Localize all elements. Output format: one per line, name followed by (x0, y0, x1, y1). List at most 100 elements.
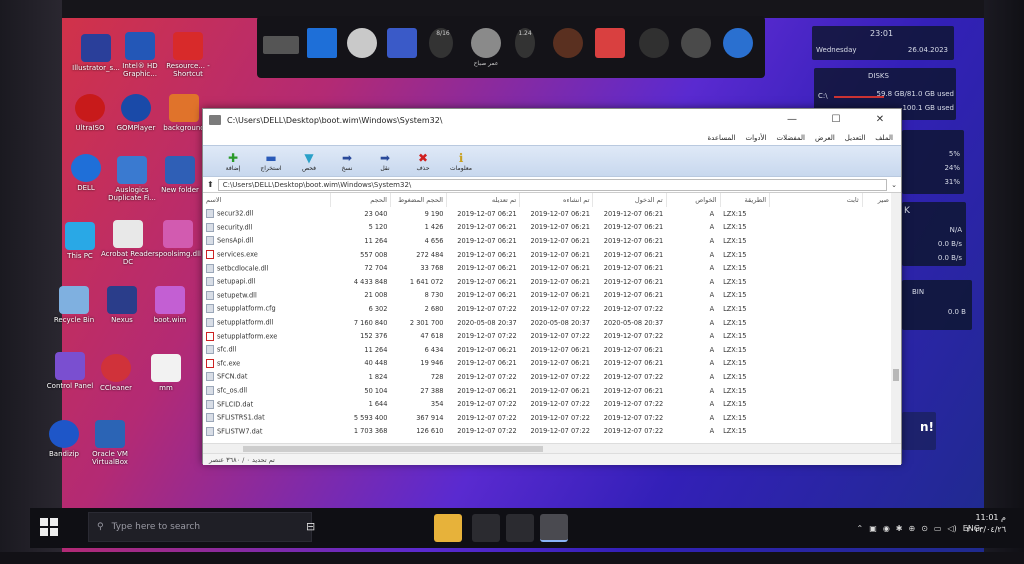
chevron-up-icon[interactable]: ⌃ (857, 524, 864, 533)
recycle-bin-icon[interactable] (387, 28, 417, 58)
chevron-down-icon[interactable]: ⌄ (891, 181, 897, 189)
tray-app-icon[interactable]: ▣ (869, 524, 877, 533)
copy-button[interactable]: ➡ نسخ (331, 151, 363, 172)
delete-button[interactable]: ✖ حذف (407, 151, 439, 172)
table-row[interactable]: setupplatform.dll 7 160 840 2 301 700 2020-… (203, 316, 893, 330)
table-row[interactable]: secur32.dll 23 040 9 190 2019-12-07 06:21 20… (203, 207, 893, 221)
test-button[interactable]: ▼ فحص (293, 151, 325, 172)
column-header[interactable]: الاسم (203, 193, 331, 207)
table-row[interactable]: sfc.dll 11 264 6 434 2019-12-07 06:21 2019-1… (203, 343, 893, 357)
table-row[interactable]: SensApi.dll 11 264 4 656 2019-12-07 06:21 20… (203, 234, 893, 248)
column-header[interactable]: تم انشاءه (519, 193, 594, 207)
file-size-cell: 4 433 848 (353, 277, 388, 286)
table-row[interactable]: SFLCID.dat 1 644 354 2019-12-07 07:22 2019-1… (203, 397, 893, 411)
column-header[interactable]: الحجم (330, 193, 391, 207)
file-packed-cell: 1 426 (424, 223, 444, 232)
dock-item-icon[interactable] (681, 28, 711, 58)
desktop-icon-11[interactable]: spoolsimg.dll (150, 220, 206, 258)
clock-icon[interactable] (347, 28, 377, 58)
file-icon (206, 386, 214, 396)
table-row[interactable]: setbcdlocale.dll 72 704 33 768 2019-12-07 0… (203, 261, 893, 275)
volume-icon[interactable]: ◁) (947, 524, 956, 533)
taskbar-clock[interactable]: 11:01 م ٢٠٢٣/٠٤/٢٦ (966, 512, 1006, 536)
dock-item-icon[interactable] (553, 28, 583, 58)
tray-app-icon[interactable]: ◉ (883, 524, 890, 533)
help-icon[interactable] (471, 28, 501, 58)
folder-up-icon[interactable]: ⬆ (207, 180, 214, 189)
file-name: SFLISTRS1.dat (217, 413, 265, 422)
file-icon (206, 209, 214, 219)
file-size-cell: 11 264 (364, 236, 388, 245)
tray-app-icon[interactable]: ⊙ (921, 524, 928, 533)
taskbar-search[interactable]: ⚲ Type here to search (88, 512, 312, 542)
table-row[interactable]: SFLISTW7.dat 1 703 368 126 610 2019-12-07 0… (203, 425, 893, 439)
mail-icon[interactable] (595, 28, 625, 58)
table-row[interactable]: sfc_os.dll 50 104 27 388 2019-12-07 06:21 20… (203, 384, 893, 398)
desktop-icon-10[interactable]: Acrobat Reader DC (100, 220, 156, 266)
menu-tools[interactable]: الأدوات (746, 134, 767, 142)
column-header[interactable]: الخواص (666, 193, 721, 207)
mouse-icon[interactable] (639, 28, 669, 58)
package-icon[interactable] (506, 514, 534, 542)
table-row[interactable]: sfc.exe 40 448 19 946 2019-12-07 06:21 2019-… (203, 357, 893, 371)
desktop-icon-19[interactable]: Oracle VM VirtualBox (82, 420, 138, 466)
menu-edit[interactable]: التعديل (845, 134, 866, 142)
desktop-icon-17[interactable]: mm (138, 354, 194, 392)
desktop-icon-2[interactable]: Resource... - Shortcut (160, 32, 216, 78)
file-packed-cell: 728 (430, 372, 444, 381)
network-icon[interactable]: ⊕ (909, 524, 916, 533)
bluetooth-icon[interactable]: ✱ (896, 524, 903, 533)
file-name-cell: secur32.dll (203, 207, 330, 221)
add-button[interactable]: ✚ إضافة (217, 151, 249, 172)
horizontal-scrollbar[interactable] (203, 443, 901, 453)
seven-zip-icon[interactable] (540, 514, 568, 542)
table-row[interactable]: setupplatform.cfg 6 302 2 680 2019-12-07 07… (203, 302, 893, 316)
file-method-cell: LZX:15 (723, 345, 747, 354)
scroll-thumb[interactable] (243, 446, 543, 452)
scroll-thumb[interactable] (893, 369, 899, 381)
table-row[interactable]: security.dll 5 120 1 426 2019-12-07 06:21 20… (203, 221, 893, 235)
info-button[interactable]: ℹ معلومات (445, 151, 477, 172)
menu-file[interactable]: الملف (875, 134, 893, 142)
desktop-icon-16[interactable]: CCleaner (88, 354, 144, 392)
dock-item-icon[interactable] (723, 28, 753, 58)
minimize-button[interactable]: — (779, 109, 805, 129)
column-header[interactable]: صير (862, 193, 894, 207)
column-header[interactable]: تم تعديله (446, 193, 521, 207)
menu-favorites[interactable]: المفضلات (777, 134, 806, 142)
vertical-scrollbar[interactable] (891, 193, 901, 443)
file-size-cell: 557 008 (360, 250, 388, 259)
maximize-button[interactable]: ☐ (823, 109, 849, 129)
start-button[interactable] (38, 516, 60, 538)
column-header[interactable]: تم الدخول (592, 193, 667, 207)
nexus-icon (107, 286, 137, 314)
table-row[interactable]: services.exe 557 008 272 484 2019-12-07 06:… (203, 248, 893, 262)
column-header[interactable]: الطريقة (720, 193, 771, 207)
chrome-icon[interactable] (472, 514, 500, 542)
move-button[interactable]: ➡ نقل (369, 151, 401, 172)
file-explorer-icon[interactable] (434, 514, 462, 542)
column-header[interactable]: ثابت (769, 193, 863, 207)
windows-icon[interactable] (307, 28, 337, 58)
table-row[interactable]: SFCN.dat 1 824 728 2019-12-07 07:22 2019-12-… (203, 370, 893, 384)
table-row[interactable]: setupapi.dll 4 433 848 1 641 072 2019-12-07… (203, 275, 893, 289)
extract-button[interactable]: ▬ استخراج (255, 151, 287, 172)
window-titlebar[interactable]: C:\Users\DELL\Desktop\boot.wim\Windows\S… (203, 109, 901, 131)
column-header[interactable]: الحجم المضغوط (390, 193, 447, 207)
desktop-icon-8[interactable]: New folder (152, 156, 208, 194)
menu-help[interactable]: المساعدة (707, 134, 735, 142)
file-name-cell: SensApi.dll (203, 234, 330, 248)
table-row[interactable]: setupplatform.exe 152 376 47 618 2019-12-07… (203, 329, 893, 343)
desktop-icon-14[interactable]: boot.wim (142, 286, 198, 324)
battery-icon[interactable]: ▭ (934, 524, 942, 533)
table-row[interactable]: SFLISTRS1.dat 5 593 400 367 914 2019-12-07 … (203, 411, 893, 425)
app-icon (209, 115, 221, 125)
path-field[interactable]: C:\Users\DELL\Desktop\boot.wim\Windows\S… (217, 178, 888, 191)
task-view-icon[interactable]: ⊟ (306, 520, 315, 533)
table-row[interactable]: setupetw.dll 21 008 8 730 2019-12-07 06:21 2… (203, 289, 893, 303)
menu-view[interactable]: العرض (815, 134, 835, 142)
system-tray: ⌃ ▣ ◉ ✱ ⊕ ⊙ ▭ ◁) ENG (857, 516, 980, 540)
file-accessed-cell: 2019-12-07 06:21 (603, 386, 664, 395)
file-modified-cell: 2019-12-07 07:22 (457, 304, 517, 313)
close-button[interactable]: ✕ (867, 109, 893, 129)
